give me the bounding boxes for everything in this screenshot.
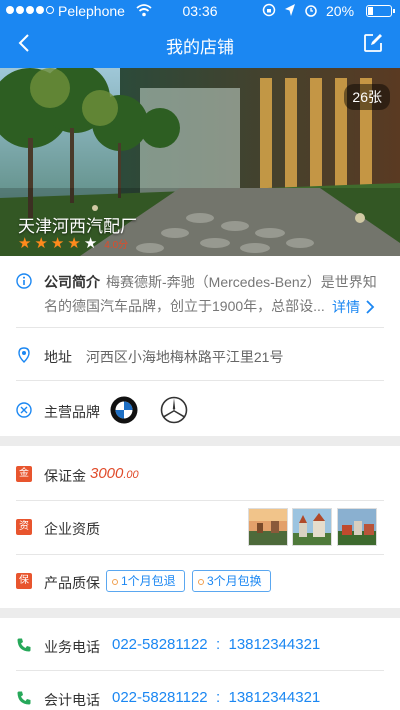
qualification-photo xyxy=(293,509,331,545)
page-title: 我的店铺 xyxy=(166,38,234,57)
mercedes-logo-icon[interactable] xyxy=(160,396,188,424)
section-gap xyxy=(0,608,400,618)
warranty-tag: 3个月包换 xyxy=(192,570,271,592)
battery-percent: 20% xyxy=(326,3,355,19)
top-bar: Pelephone 03:36 20% 我的店铺 xyxy=(0,0,400,68)
divider xyxy=(16,327,384,328)
deposit-value: 3000.00 xyxy=(90,465,139,482)
location-arrow-icon xyxy=(285,4,295,16)
company-intro: 公司简介 梅赛德斯-奔驰（Mercedes-Benz）是世界知名的德国汽车品牌，创… xyxy=(44,270,380,318)
alarm-icon xyxy=(305,5,317,17)
accounting-phone[interactable]: 022-58281122 : 13812344321 xyxy=(112,689,320,706)
star-icon: ★ xyxy=(18,235,32,252)
accounting-phone-label: 会计电话 xyxy=(44,692,100,708)
info-icon xyxy=(16,273,32,289)
warranty-tag: 1个月包退 xyxy=(106,570,185,592)
address-row[interactable]: 地址 河西区小海地梅林路平江里21号 xyxy=(44,347,283,367)
divider xyxy=(16,380,384,381)
star-icon: ★ xyxy=(34,235,48,252)
rotation-lock-icon xyxy=(262,3,276,17)
status-bar: Pelephone 03:36 20% xyxy=(0,0,400,22)
qualification-thumbnail[interactable] xyxy=(292,508,332,546)
photo-count-badge[interactable]: 26张 xyxy=(344,84,390,110)
qualification-photo xyxy=(249,509,287,545)
business-phone[interactable]: 022-58281122 : 13812344321 xyxy=(112,636,320,653)
edit-icon[interactable] xyxy=(362,32,384,54)
qualification-badge-icon: 资 xyxy=(16,519,32,535)
divider xyxy=(16,554,384,555)
qualification-photo xyxy=(338,509,376,545)
detail-label: 详情 xyxy=(332,299,360,315)
store-rating: ★ ★ ★ ★ ★ 4.0分 xyxy=(18,236,128,251)
address-label: 地址 xyxy=(44,349,72,365)
divider xyxy=(16,670,384,671)
star-icon: ★ xyxy=(50,235,65,252)
location-pin-icon xyxy=(18,347,30,363)
intro-detail-link[interactable]: 详情 xyxy=(332,297,375,317)
business-phone-label: 业务电话 xyxy=(44,639,100,655)
chevron-right-icon xyxy=(366,300,375,314)
bmw-logo-icon[interactable] xyxy=(110,396,138,424)
deposit-badge-icon: 金 xyxy=(16,466,32,482)
phone-icon xyxy=(17,638,31,652)
section-gap xyxy=(0,436,400,446)
warranty-badge-icon: 保 xyxy=(16,573,32,589)
brands-label: 主营品牌 xyxy=(44,404,100,420)
company-intro-label: 公司简介 xyxy=(44,274,100,290)
store-hero-image[interactable]: 26张 天津河西汽配厂 ★ ★ ★ ★ ★ 4.0分 xyxy=(0,68,400,256)
qualification-label: 企业资质 xyxy=(44,521,100,537)
qualification-thumbnail[interactable] xyxy=(248,508,288,546)
qualification-thumbnail[interactable] xyxy=(337,508,377,546)
divider xyxy=(16,500,384,501)
battery-icon xyxy=(366,5,395,17)
star-icon: ★ xyxy=(83,235,98,252)
phone-icon xyxy=(17,691,31,705)
deposit-label: 保证金 xyxy=(44,468,86,484)
star-icon: ★ xyxy=(67,235,81,252)
brand-icon xyxy=(16,402,32,418)
rating-score: 4.0分 xyxy=(104,240,129,251)
address-value: 河西区小海地梅林路平江里21号 xyxy=(85,349,284,365)
store-name: 天津河西汽配厂 xyxy=(18,217,137,236)
warranty-label: 产品质保 xyxy=(44,575,100,591)
